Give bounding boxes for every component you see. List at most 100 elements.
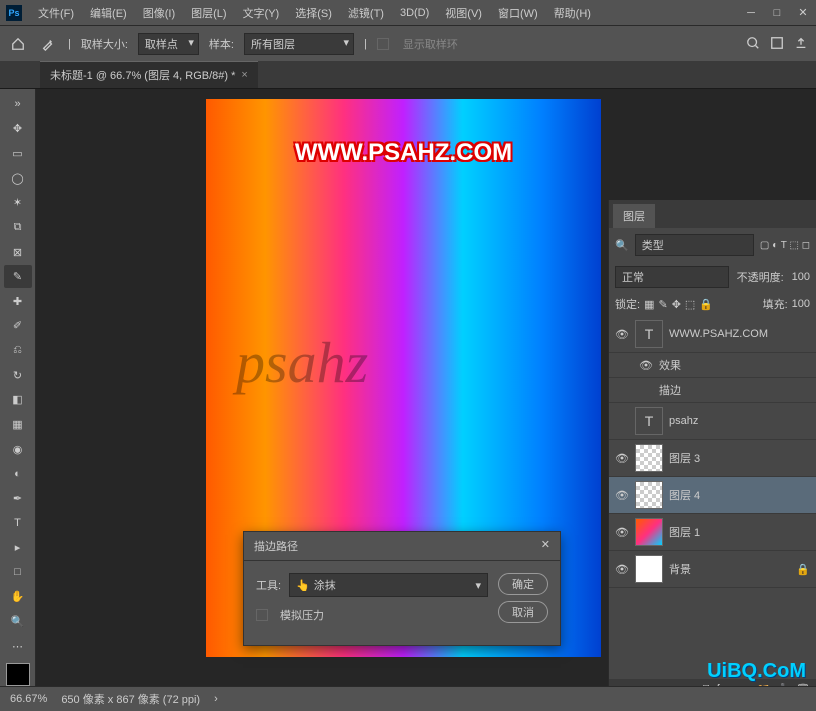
dialog-close-icon[interactable]: ✕: [541, 538, 550, 554]
lock-artboard-icon[interactable]: ⬚: [685, 298, 695, 311]
visibility-icon[interactable]: 👁: [615, 452, 629, 465]
search-icon[interactable]: [746, 36, 760, 53]
blend-mode-select[interactable]: 正常: [615, 266, 729, 288]
chevron-down-icon: ▾: [475, 579, 481, 592]
eraser-tool[interactable]: ◧: [4, 389, 32, 412]
layer-row[interactable]: 👁 图层 3: [609, 440, 816, 477]
layer-name[interactable]: 图层 4: [669, 487, 810, 503]
frame-tool[interactable]: ⊠: [4, 241, 32, 264]
quick-select-tool[interactable]: ✶: [4, 192, 32, 215]
layer-row[interactable]: 👁 图层 1: [609, 514, 816, 551]
layer-name[interactable]: 图层 1: [669, 524, 810, 540]
chevron-right-icon[interactable]: ›: [214, 693, 218, 705]
workspace-icon[interactable]: [770, 36, 784, 53]
layers-panel: 图层 🔍 类型 ▢ ◐ T ⬚ ◻ 正常 不透明度: 100 锁定: ▦ ✎ ✥…: [608, 200, 816, 700]
menu-image[interactable]: 图像(I): [135, 1, 183, 25]
menu-help[interactable]: 帮助(H): [546, 1, 599, 25]
statusbar: 66.67% 650 像素 x 867 像素 (72 ppi) ›: [0, 686, 816, 711]
lock-position-icon[interactable]: ✥: [672, 298, 681, 311]
close-document-icon[interactable]: ×: [241, 69, 247, 81]
layer-row[interactable]: 👁 T WWW.PSAHZ.COM: [609, 316, 816, 353]
brush-tool[interactable]: ✐: [4, 315, 32, 338]
stamp-tool[interactable]: ⎌: [4, 339, 32, 362]
menu-filter[interactable]: 滤镜(T): [340, 1, 392, 25]
lock-all-icon[interactable]: 🔒: [699, 298, 713, 311]
visibility-icon[interactable]: 👁: [615, 489, 629, 502]
simulate-pressure-label: 模拟压力: [280, 607, 324, 623]
menu-select[interactable]: 选择(S): [287, 1, 340, 25]
layer-fx-row[interactable]: 描边: [609, 378, 816, 403]
ok-button[interactable]: 确定: [498, 573, 548, 595]
rectangle-tool[interactable]: □: [4, 561, 32, 584]
sample-scope-select[interactable]: 所有图层: [244, 33, 354, 55]
lock-paint-icon[interactable]: ✎: [658, 298, 667, 311]
lasso-tool[interactable]: ◯: [4, 167, 32, 190]
layers-tab[interactable]: 图层: [613, 204, 655, 228]
close-button[interactable]: ✕: [790, 0, 816, 25]
window-controls: ─ □ ✕: [738, 0, 816, 25]
move-tool[interactable]: ✥: [4, 118, 32, 141]
menu-edit[interactable]: 编辑(E): [82, 1, 135, 25]
blur-tool[interactable]: ◉: [4, 438, 32, 461]
home-icon[interactable]: [8, 34, 28, 54]
lock-pixels-icon[interactable]: ▦: [644, 298, 654, 311]
history-brush-tool[interactable]: ↻: [4, 364, 32, 387]
crop-tool[interactable]: ⧉: [4, 216, 32, 239]
document-tab-title: 未标题-1 @ 66.7% (图层 4, RGB/8#) *: [50, 67, 235, 83]
search-icon: 🔍: [615, 239, 629, 252]
tool-select[interactable]: 👆 涂抹 ▾: [289, 573, 488, 597]
layer-name[interactable]: WWW.PSAHZ.COM: [669, 328, 810, 340]
show-sampling-ring-checkbox[interactable]: [377, 38, 389, 50]
menu-view[interactable]: 视图(V): [437, 1, 490, 25]
filter-icons[interactable]: ▢ ◐ T ⬚ ◻: [760, 240, 810, 251]
layers-list: 👁 T WWW.PSAHZ.COM 👁 效果 描边 T psahz 👁 图层 3…: [609, 316, 816, 588]
path-select-tool[interactable]: ▸: [4, 536, 32, 559]
layer-name[interactable]: 图层 3: [669, 450, 810, 466]
healing-tool[interactable]: ✚: [4, 290, 32, 313]
dialog-title: 描边路径: [254, 538, 298, 554]
opacity-value[interactable]: 100: [792, 271, 810, 283]
menu-layer[interactable]: 图层(L): [183, 1, 234, 25]
eyedropper-tool[interactable]: ✎: [4, 265, 32, 288]
expand-toolbox-icon[interactable]: »: [4, 93, 32, 116]
hand-tool[interactable]: ✋: [4, 586, 32, 609]
layer-fx-row[interactable]: 👁 效果: [609, 353, 816, 378]
document-info[interactable]: 650 像素 x 867 像素 (72 ppi): [61, 691, 200, 707]
minimize-button[interactable]: ─: [738, 0, 764, 25]
visibility-icon[interactable]: 👁: [615, 526, 629, 539]
share-icon[interactable]: [794, 36, 808, 53]
gradient-tool[interactable]: ▦: [4, 413, 32, 436]
visibility-icon[interactable]: 👁: [615, 563, 629, 576]
layer-name[interactable]: 背景: [669, 561, 790, 577]
visibility-icon[interactable]: 👁: [639, 359, 653, 372]
layer-name[interactable]: psahz: [669, 415, 810, 427]
pen-tool[interactable]: ✒: [4, 487, 32, 510]
sample-size-select[interactable]: 取样点: [138, 33, 199, 55]
menu-type[interactable]: 文字(Y): [235, 1, 288, 25]
marquee-tool[interactable]: ▭: [4, 142, 32, 165]
menu-file[interactable]: 文件(F): [30, 1, 82, 25]
visibility-icon[interactable]: 👁: [615, 328, 629, 341]
smudge-icon: 👆: [296, 579, 310, 592]
simulate-pressure-checkbox[interactable]: [256, 609, 268, 621]
layer-filter-select[interactable]: 类型: [635, 234, 754, 256]
fill-value[interactable]: 100: [792, 298, 810, 310]
layer-name: 效果: [659, 357, 810, 373]
layer-row[interactable]: 👁 图层 4: [609, 477, 816, 514]
maximize-button[interactable]: □: [764, 0, 790, 25]
document-tab[interactable]: 未标题-1 @ 66.7% (图层 4, RGB/8#) * ×: [40, 61, 258, 88]
dodge-tool[interactable]: ◐: [4, 462, 32, 485]
menu-3d[interactable]: 3D(D): [392, 3, 437, 23]
color-swatch[interactable]: [6, 663, 30, 686]
zoom-tool[interactable]: 🔍: [4, 610, 32, 633]
zoom-level[interactable]: 66.67%: [10, 693, 47, 705]
cancel-button[interactable]: 取消: [498, 601, 548, 623]
layer-row[interactable]: 👁 背景 🔒: [609, 551, 816, 588]
eyedropper-tool-icon[interactable]: [38, 34, 58, 54]
layer-row[interactable]: T psahz: [609, 403, 816, 440]
menu-window[interactable]: 窗口(W): [490, 1, 546, 25]
edit-toolbar[interactable]: ⋯: [4, 635, 32, 658]
text-layer-icon: T: [635, 320, 663, 348]
type-tool[interactable]: T: [4, 512, 32, 535]
tool-value: 涂抹: [314, 577, 336, 593]
